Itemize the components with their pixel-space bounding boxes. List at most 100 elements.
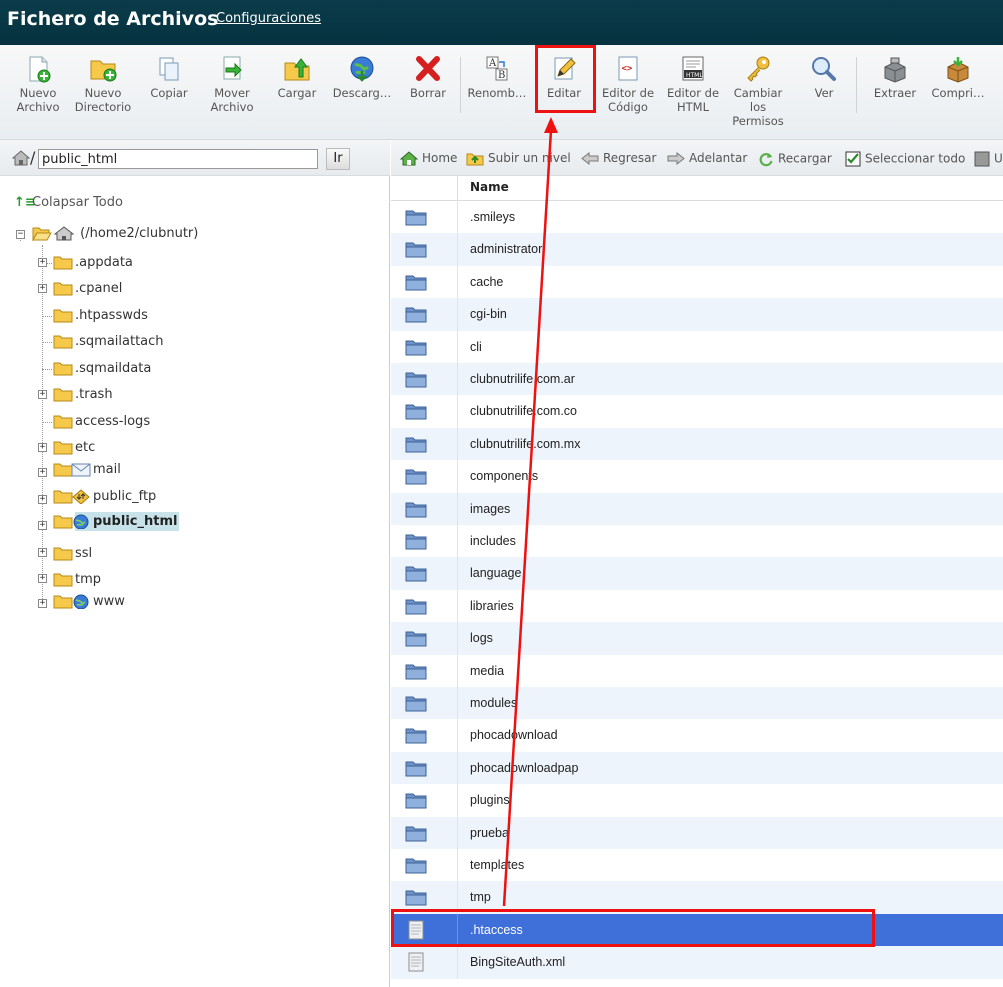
tree-expander[interactable]: + [38, 574, 47, 583]
download-button[interactable]: Descarg… [332, 55, 392, 100]
folder-icon [405, 404, 427, 420]
table-row[interactable]: templates [391, 849, 1003, 882]
tree-expander[interactable]: + [38, 495, 47, 504]
tree-node-appdata[interactable]: .appdata [53, 255, 133, 270]
table-row[interactable]: .smileys [391, 201, 1003, 234]
tree-expander[interactable]: + [38, 599, 47, 608]
tree-expander[interactable]: + [38, 443, 47, 452]
forward-button[interactable]: Adelantar [667, 151, 747, 165]
move-icon [223, 56, 242, 80]
table-row[interactable]: libraries [391, 589, 1003, 623]
html-editor-button[interactable]: HTML Editor de HTML [664, 55, 722, 114]
home-icon[interactable] [12, 150, 30, 166]
path-input[interactable] [38, 149, 318, 169]
folder-icon [53, 441, 73, 455]
tree-node-public-html[interactable]: public_html [53, 512, 180, 531]
file-name: components [470, 469, 539, 484]
table-row[interactable]: BingSiteAuth.xml [391, 946, 1003, 979]
collapse-all-button[interactable]: ↑≡Colapsar Todo [14, 195, 123, 210]
home-button[interactable]: Home [400, 151, 457, 166]
tree-node-cpanel[interactable]: .cpanel [53, 281, 122, 296]
delete-button[interactable]: Borrar [406, 55, 450, 100]
annotation-highlight-edit [535, 45, 596, 113]
svg-text:HTML: HTML [686, 72, 703, 79]
tree-expander[interactable]: + [38, 390, 47, 399]
reload-icon [759, 153, 773, 167]
tree-node-sqmaildata[interactable]: .sqmaildata [53, 361, 151, 376]
tree-node-tmp[interactable]: tmp [53, 572, 101, 587]
tree-expander[interactable]: + [38, 258, 47, 267]
table-row[interactable]: media [391, 654, 1003, 687]
tree-expander[interactable]: + [38, 468, 47, 477]
table-row[interactable]: phocadownload [391, 719, 1003, 752]
settings-link[interactable]: Configuraciones [216, 11, 321, 26]
tree-node-sqmailattach[interactable]: .sqmailattach [53, 334, 164, 349]
up-level-button[interactable]: Subir un nivel [466, 151, 571, 166]
table-row[interactable]: clubnutrilife.com.mx [391, 427, 1003, 461]
folder-icon [405, 502, 427, 518]
file-name: clubnutrilife.com.ar [470, 372, 575, 386]
svg-text:A: A [488, 58, 497, 69]
folder-icon [53, 309, 73, 323]
table-row[interactable]: images [391, 492, 1003, 525]
delete-icon [416, 56, 440, 81]
table-row[interactable]: clubnutrilife.com.co [391, 395, 1003, 428]
reload-button[interactable]: Recargar [758, 151, 832, 167]
code-editor-button[interactable]: <> Editor de Código [599, 55, 657, 114]
row-icon-cell [391, 557, 458, 590]
tree-root[interactable]: (/home2/clubnutr) [32, 226, 198, 241]
table-row[interactable]: plugins [391, 784, 1003, 817]
tree-expander[interactable]: + [38, 548, 47, 557]
table-row[interactable]: administrator [391, 233, 1003, 266]
rename-button[interactable]: A B Renomb… [467, 55, 527, 100]
permissions-button[interactable]: Cambiar los Permisos [730, 55, 786, 128]
upload-button[interactable]: Cargar [274, 55, 320, 100]
go-button[interactable]: Ir [326, 148, 350, 170]
tree-expander[interactable]: − [16, 230, 25, 239]
select-all-button[interactable]: Seleccionar todo [845, 151, 965, 167]
tree-node-access-logs[interactable]: access-logs [53, 414, 150, 429]
file-name: libraries [470, 598, 514, 613]
file-name: .smileys [470, 210, 516, 224]
folder-icon [405, 242, 427, 258]
table-row[interactable]: logs [391, 622, 1003, 655]
tree-node-www[interactable]: www [53, 594, 125, 609]
new-folder-button[interactable]: Nuevo Directorio [73, 55, 133, 114]
folder-icon [53, 595, 73, 609]
table-row[interactable]: language [391, 557, 1003, 590]
table-row[interactable]: prueba [391, 816, 1003, 849]
folder-icon [405, 599, 427, 615]
table-row[interactable]: clubnutrilife.com.ar [391, 363, 1003, 396]
compress-icon [947, 57, 969, 83]
copy-button[interactable]: Copiar [147, 55, 191, 100]
tree-expander[interactable]: + [38, 521, 47, 530]
table-row[interactable]: modules [391, 687, 1003, 720]
table-row[interactable]: phocadownloadpap [391, 751, 1003, 785]
table-header: Name [391, 176, 1003, 201]
tree-node-mail[interactable]: mail [53, 462, 121, 477]
tree-expander[interactable]: + [38, 284, 47, 293]
table-row[interactable]: components [391, 460, 1003, 493]
column-header-name[interactable]: Name [470, 180, 509, 194]
move-button[interactable]: Mover Archivo [207, 55, 257, 114]
table-row[interactable]: includes [391, 525, 1003, 558]
table-row[interactable]: cache [391, 265, 1003, 299]
extract-button[interactable]: Extraer [870, 55, 920, 100]
tree-node-etc[interactable]: etc [53, 440, 95, 455]
row-icon-cell [391, 622, 458, 655]
folder-icon [405, 210, 427, 226]
tree-node-htpasswds[interactable]: .htpasswds [53, 308, 148, 323]
tree-node-trash[interactable]: .trash [53, 387, 113, 402]
folder-icon [405, 696, 427, 712]
back-button[interactable]: Regresar [581, 151, 656, 165]
unselect-all-button[interactable]: U [974, 151, 1003, 167]
table-row[interactable]: cli [391, 330, 1003, 363]
folder-icon [405, 534, 427, 550]
new-file-button[interactable]: Nuevo Archivo [14, 55, 62, 114]
file-name: BingSiteAuth.xml [470, 955, 566, 970]
table-row[interactable]: cgi-bin [391, 298, 1003, 331]
tree-node-ssl[interactable]: ssl [53, 546, 92, 561]
tree-node-public-ftp[interactable]: public_ftp [53, 489, 156, 504]
view-button[interactable]: Ver [807, 55, 841, 100]
compress-button[interactable]: Compri… [928, 55, 988, 100]
